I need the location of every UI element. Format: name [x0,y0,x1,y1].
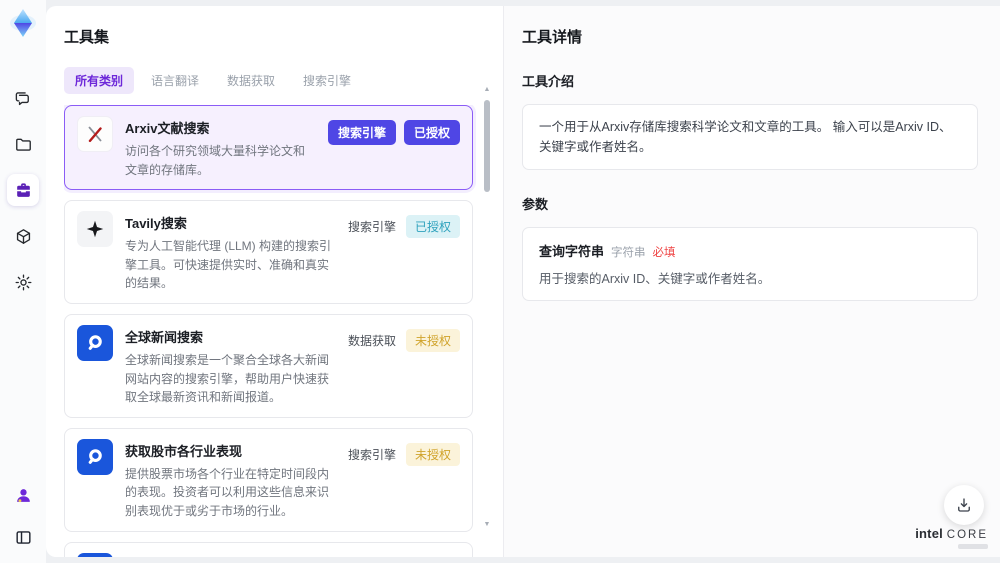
param-type: 字符串 [611,247,646,259]
tool-card[interactable]: Arxiv文献搜索 访问各个研究领域大量科学论文和文章的存储库。 搜索引擎 已授… [64,105,473,191]
sidebar-item-plugins[interactable] [7,220,39,252]
tab-category-1[interactable]: 语言翻译 [140,67,210,94]
tool-category-badge: 搜索引擎 [327,120,396,145]
tool-auth-badge: 未授权 [405,442,460,466]
list-scrollbar[interactable]: ▲ ▼ [483,86,491,529]
tool-description: 专为人工智能代理 (LLM) 构建的搜索引擎工具。可快速提供实时、准确和真实的结… [125,239,332,291]
brand-word-intel: intel [915,526,943,541]
tool-name: 获取股市各行业表现 [125,443,243,459]
rail-nav [7,82,39,298]
tavily-tool-icon [77,211,113,248]
tab-category-0[interactable]: 所有类别 [64,67,135,94]
param-required-badge: 必填 [652,247,676,259]
intro-heading: 工具介绍 [522,74,575,89]
tool-card[interactable]: 获取市场最活跃股票信息 提供当天交易量最高的股票列表，投资者可以利用这些信息来识… [64,541,473,557]
tool-description: 访问各个研究领域大量科学论文和文章的存储库。 [125,144,306,177]
tool-card[interactable]: Tavily搜索 专为人工智能代理 (LLM) 构建的搜索引擎工具。可快速提供实… [64,200,473,304]
toolbox-icon [14,181,33,200]
tool-name: Arxiv文献搜索 [125,121,210,136]
arxiv-tool-icon [77,116,113,152]
user-avatar-icon[interactable] [7,479,39,511]
tool-category-badge: 数据获取 [347,333,396,348]
tool-name: Tavily搜索 [125,216,187,232]
panel-toggle-icon[interactable] [7,521,39,553]
folder-icon [14,135,33,154]
scrollbar-down-arrow[interactable]: ▼ [483,521,491,529]
tool-category-badge: 搜索引擎 [347,447,396,462]
tool-auth-badge: 已授权 [405,215,460,239]
scrollbar-up-arrow[interactable]: ▲ [483,86,491,94]
tool-name: 全球新闻搜索 [125,329,204,345]
detail-title: 工具详情 [522,29,583,46]
category-tabs: 所有类别 语言翻译 数据获取 搜索引擎 [64,67,503,94]
params-heading: 参数 [522,197,549,212]
tool-description: 全球新闻搜索是一个聚合全球各大新闻网站内容的搜索引擎，帮助用户快速获取全球最新资… [125,352,330,405]
bluesearch-tool-icon [77,324,113,361]
scrollbar-thumb[interactable] [484,100,490,192]
left-rail [0,0,46,563]
tool-intro-box: 一个用于从Arxiv存储库搜索科学论文和文章的工具。 输入可以是Arxiv ID… [522,104,978,170]
sidebar-item-chat[interactable] [7,82,39,114]
param-card: 查询字符串 字符串 必填 用于搜索的Arxiv ID、关键字或作者姓名。 [522,227,978,301]
tools-panel: 工具集 所有类别 语言翻译 数据获取 搜索引擎 Arxiv文献搜索 访问各个研究领域大… [46,6,503,557]
sidebar-item-tools[interactable] [7,174,39,206]
tool-auth-badge: 未授权 [405,328,460,352]
brand-sub-badge [958,544,988,549]
tab-category-3[interactable]: 搜索引擎 [292,67,362,94]
tool-card[interactable]: 全球新闻搜索 全球新闻搜索是一个聚合全球各大新闻网站内容的搜索引擎，帮助用户快速… [64,313,473,418]
chat-icon [14,89,33,108]
tool-auth-badge: 已授权 [403,120,460,145]
cube-icon [14,227,33,246]
page-title: 工具集 [64,29,110,46]
tab-category-2[interactable]: 数据获取 [216,67,286,94]
gear-icon [14,273,33,292]
tool-category-badge: 搜索引擎 [347,220,396,235]
app-canvas: 工具集 所有类别 语言翻译 数据获取 搜索引擎 Arxiv文献搜索 访问各个研究领域大… [46,6,1000,557]
download-button[interactable] [944,485,984,525]
param-description: 用于搜索的Arxiv ID、关键字或作者姓名。 [539,272,771,286]
bluesearch-tool-icon [77,438,113,475]
tool-description: 提供股票市场各个行业在特定时间段内的表现。投资者可以利用这些信息来识别表现优于或… [125,466,330,518]
tool-detail-panel: 工具详情 工具介绍 一个用于从Arxiv存储库搜索科学论文和文章的工具。 输入可… [503,6,1000,557]
sidebar-item-folder[interactable] [7,128,39,160]
app-logo-icon [6,6,40,40]
bluesearch-tool-icon [77,552,113,557]
tool-card[interactable]: 获取股市各行业表现 提供股票市场各个行业在特定时间段内的表现。投资者可以利用这些… [64,427,473,532]
param-name: 查询字符串 [539,244,605,259]
tool-list: Arxiv文献搜索 访问各个研究领域大量科学论文和文章的存储库。 搜索引擎 已授… [64,105,503,557]
intel-core-logo: intel CORE [915,526,988,549]
download-icon [958,498,970,512]
tool-name: 获取市场最活跃股票信息 [125,555,334,557]
sidebar-item-settings[interactable] [7,266,39,298]
brand-word-core: CORE [946,529,988,541]
